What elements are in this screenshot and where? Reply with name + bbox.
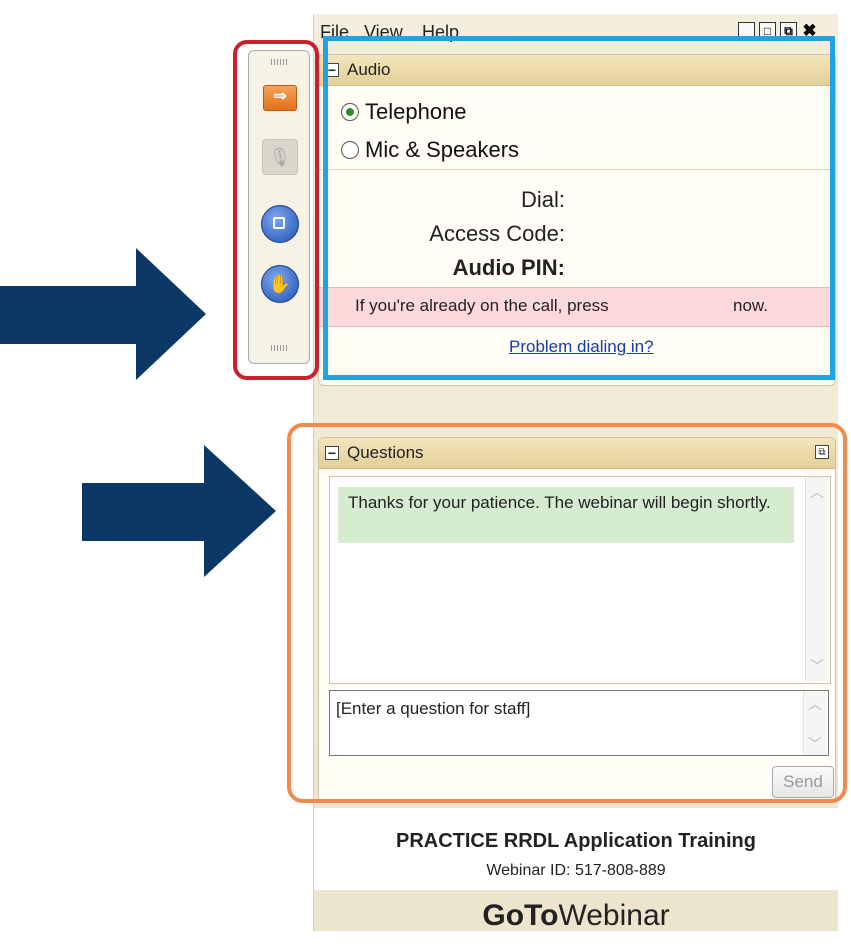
- gotowebinar-logo: GoToWebinar: [314, 890, 838, 945]
- logo-goto: GoTo: [482, 899, 559, 932]
- pointer-arrow-top: [0, 248, 206, 380]
- audio-highlight-box: [323, 36, 835, 380]
- logo-webinar: Webinar: [558, 899, 670, 932]
- webinar-info: PRACTICE RRDL Application Training Webin…: [314, 808, 838, 890]
- questions-highlight-box: [287, 423, 847, 803]
- webinar-id: Webinar ID: 517-808-889: [486, 862, 666, 879]
- sidebar-highlight-box: [233, 40, 319, 380]
- webinar-title: PRACTICE RRDL Application Training: [395, 830, 756, 852]
- pointer-arrow-bottom: [82, 445, 276, 577]
